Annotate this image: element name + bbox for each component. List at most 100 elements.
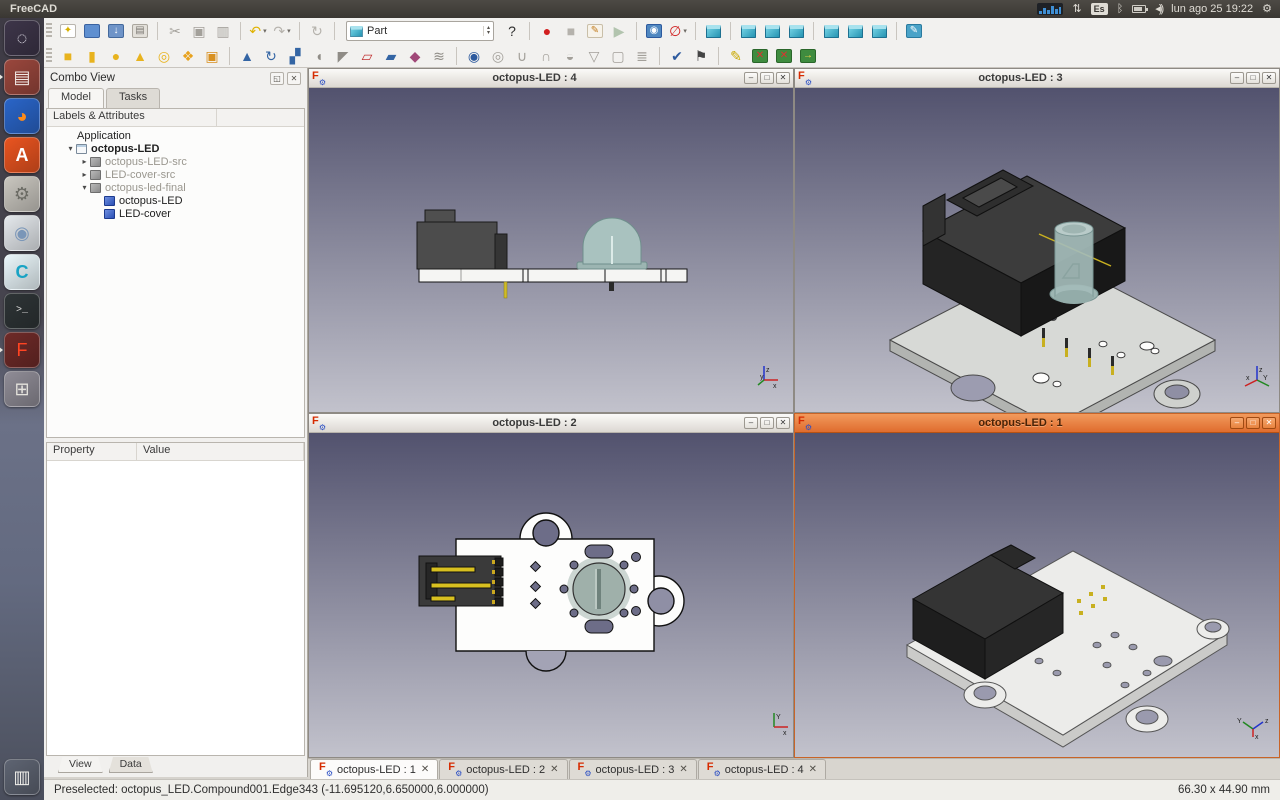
toolbar-grip[interactable] (46, 48, 52, 64)
files-launcher-icon[interactable]: ▤ (4, 59, 40, 95)
property-column-header[interactable]: Property (47, 443, 137, 460)
stepup-export-board-icon[interactable]: ✕ (773, 45, 795, 67)
tree-item-led-cover[interactable]: LED-cover (51, 207, 304, 220)
viewport-3d-isometric-view[interactable]: zYx (795, 88, 1279, 412)
dropdown-caret-icon[interactable]: ▾ (683, 27, 687, 35)
minimize-icon[interactable]: – (1230, 417, 1244, 429)
tree-expander-icon[interactable]: ▾ (79, 183, 90, 192)
viewport-3d-top-view[interactable]: Yx (309, 433, 793, 757)
value-column-header[interactable]: Value (137, 443, 304, 460)
part-mirror-icon[interactable]: ▞ (284, 45, 306, 67)
tab-close-icon[interactable]: ✕ (809, 764, 817, 775)
edit-paste-icon[interactable]: ▥ (212, 20, 234, 42)
part-chamfer-icon[interactable]: ◤ (332, 45, 354, 67)
window-3-titlebar[interactable]: octopus-LED : 3 – □ ✕ (795, 69, 1279, 88)
system-load-indicator-icon[interactable] (1037, 3, 1063, 15)
view-right-icon[interactable] (785, 20, 807, 42)
close-icon[interactable]: ✕ (776, 417, 790, 429)
tab-close-icon[interactable]: ✕ (421, 764, 429, 775)
close-icon[interactable]: ✕ (1262, 417, 1276, 429)
part-fillet-icon[interactable]: ◖ (308, 45, 330, 67)
file-new-icon[interactable]: ✦ (57, 20, 79, 42)
bluetooth-icon[interactable]: ᛒ (1117, 3, 1124, 15)
view-top-icon[interactable] (761, 20, 783, 42)
part-cone-icon[interactable]: ▲ (129, 45, 151, 67)
close-icon[interactable]: ✕ (1262, 72, 1276, 84)
whats-this-icon[interactable]: ? (501, 20, 523, 42)
dropdown-caret-icon[interactable]: ▾ (287, 27, 291, 35)
part-ruled-surface-icon[interactable]: ▰ (380, 45, 402, 67)
part-torus-icon[interactable]: ◎ (153, 45, 175, 67)
firefox-launcher-icon[interactable]: ◕ (4, 98, 40, 134)
window-1-titlebar[interactable]: octopus-LED : 1 – □ ✕ (795, 414, 1279, 433)
system-settings-launcher-icon[interactable]: ⚙ (4, 176, 40, 212)
part-cylinder-icon[interactable]: ▮ (81, 45, 103, 67)
minimize-icon[interactable]: – (1230, 72, 1244, 84)
bottom-tab-view[interactable]: View (58, 757, 103, 773)
tab-close-icon[interactable]: ✕ (550, 764, 558, 775)
view-left-icon[interactable] (868, 20, 890, 42)
macro-edit-icon[interactable]: ✎ (584, 20, 606, 42)
tree-expander-icon[interactable]: ▸ (79, 157, 90, 166)
bottom-tab-data[interactable]: Data (109, 757, 153, 773)
undo-icon[interactable]: ↶▾ (247, 20, 269, 42)
refresh-icon[interactable]: ↻ (306, 20, 328, 42)
view-rear-icon[interactable] (820, 20, 842, 42)
part-loft-icon[interactable]: ◆ (404, 45, 426, 67)
part-make-face-icon[interactable]: ▱ (356, 45, 378, 67)
view-bottom-icon[interactable] (844, 20, 866, 42)
volume-icon[interactable]: ◂)) (1155, 3, 1162, 15)
part-boolean-icon[interactable]: ◉ (463, 45, 485, 67)
maximize-icon[interactable]: □ (760, 417, 774, 429)
stepup-update-board-icon[interactable]: → (797, 45, 819, 67)
stepup-load-board-icon[interactable]: ✕ (749, 45, 771, 67)
edit-copy-icon[interactable]: ▣ (188, 20, 210, 42)
battery-icon[interactable] (1132, 5, 1146, 13)
maximize-icon[interactable]: □ (760, 72, 774, 84)
part-primitives-icon[interactable]: ❖ (177, 45, 199, 67)
minimize-icon[interactable]: – (744, 72, 758, 84)
tab-close-icon[interactable]: ✕ (679, 764, 687, 775)
c-app-launcher-icon[interactable]: C (4, 254, 40, 290)
freecad-launcher-icon[interactable]: F (4, 332, 40, 368)
clock[interactable]: lun ago 25 19:22 (1171, 3, 1253, 15)
session-gear-icon[interactable]: ⚙ (1262, 3, 1272, 15)
tab-tasks[interactable]: Tasks (106, 88, 160, 108)
toolbar-grip[interactable] (46, 23, 52, 39)
chromium-launcher-icon[interactable]: ◉ (4, 215, 40, 251)
updown-arrows-icon[interactable]: ⇅ (1072, 3, 1081, 15)
stepup-edit-board-icon[interactable]: ✎ (725, 45, 747, 67)
part-sweep-icon[interactable]: ≋ (428, 45, 450, 67)
tree-header[interactable]: Labels & Attributes (47, 109, 217, 126)
tree-item-application[interactable]: Application (51, 129, 304, 142)
part-box-icon[interactable]: ■ (57, 45, 79, 67)
edit-cut-icon[interactable]: ✂ (164, 20, 186, 42)
tree-item-led-cover-src[interactable]: ▸LED-cover-src (51, 168, 304, 181)
mdi-tab-2[interactable]: octopus-LED : 2✕ (439, 759, 567, 779)
maximize-icon[interactable]: □ (1246, 72, 1260, 84)
mdi-tab-3[interactable]: octopus-LED : 3✕ (569, 759, 697, 779)
viewport-3d-side-view[interactable]: zxy (309, 88, 793, 412)
window-2-titlebar[interactable]: octopus-LED : 2 – □ ✕ (309, 414, 793, 433)
viewport-3d-isometric-bottom-view[interactable]: Yzx (795, 433, 1279, 757)
defeaturing-icon[interactable]: ⚑ (690, 45, 712, 67)
workbench-selector[interactable]: Part▴▾ (346, 21, 494, 41)
macro-record-icon[interactable]: ● (536, 20, 558, 42)
dropdown-caret-icon[interactable]: ▾ (263, 27, 267, 35)
view-fit-all-icon[interactable]: ◉ (643, 20, 665, 42)
maximize-icon[interactable]: □ (1246, 417, 1260, 429)
file-save-icon[interactable]: ↓ (105, 20, 127, 42)
part-section-icon[interactable]: ◒ (559, 45, 581, 67)
mdi-tab-4[interactable]: octopus-LED : 4✕ (698, 759, 826, 779)
minimize-icon[interactable]: – (744, 417, 758, 429)
file-print-icon[interactable]: ▤ (129, 20, 151, 42)
tree-expander-icon[interactable]: ▾ (65, 144, 76, 153)
macro-stop-icon[interactable]: ■ (560, 20, 582, 42)
part-common-icon[interactable]: ∩ (535, 45, 557, 67)
mdi-tab-1[interactable]: octopus-LED : 1✕ (310, 759, 438, 779)
part-revolve-icon[interactable]: ↻ (260, 45, 282, 67)
trash-launcher-icon[interactable]: ▥ (4, 759, 40, 795)
file-open-icon[interactable] (81, 20, 103, 42)
part-thickness-icon[interactable]: ≣ (631, 45, 653, 67)
workspace-switcher-launcher-icon[interactable]: ⊞ (4, 371, 40, 407)
